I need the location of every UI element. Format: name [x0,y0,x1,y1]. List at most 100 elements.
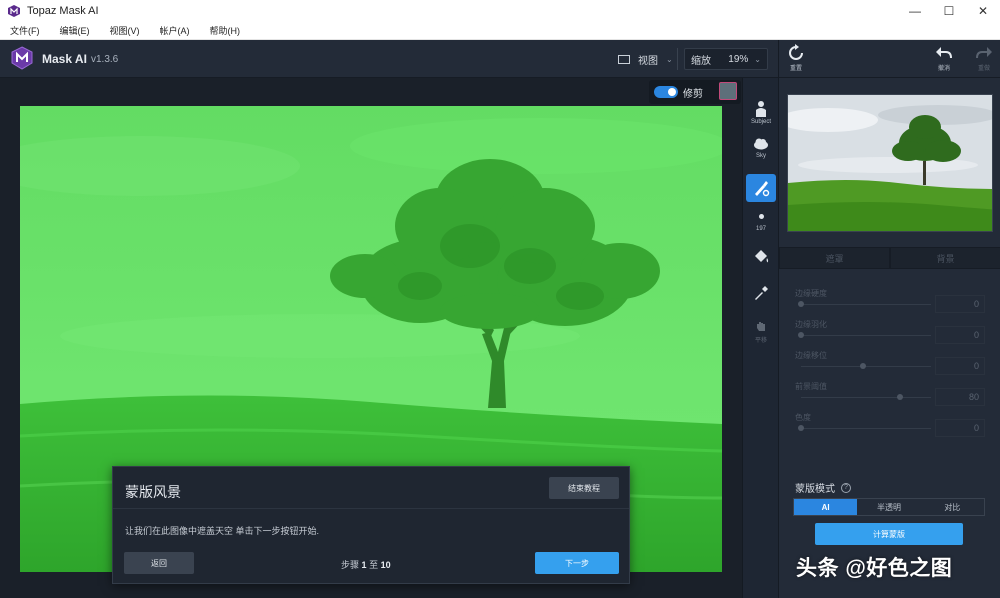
preview-image [788,95,992,231]
brush-tool[interactable] [746,174,776,202]
back-button[interactable]: 返回 [124,552,194,574]
mode-ai[interactable]: AI [794,499,858,515]
mode-translucent[interactable]: 半透明 [857,499,920,515]
view-dropdown[interactable]: 视图 ⌄ [610,48,678,70]
slider-knob[interactable] [860,363,866,369]
slider-track[interactable] [801,397,931,398]
slider-label: 边缘硬度 [795,289,827,298]
mask-mode-header: 蒙版模式 ? [795,480,851,495]
redo-icon [976,47,992,59]
tab-background[interactable]: 背景 [890,247,1000,269]
pan-label: 平移 [754,338,767,344]
help-icon[interactable]: ? [841,482,851,493]
slider-row: 色度 0 [795,411,987,439]
app-version: v1.3.6 [91,54,119,65]
subject-tool[interactable]: Subject [746,100,776,125]
slider-track[interactable] [801,335,931,336]
pan-tool[interactable]: 平移 [746,320,776,344]
window-titlebar: Topaz Mask AI — ☐ ✕ [0,0,1000,22]
watermark-text: 头条 @好色之图 [796,557,953,580]
zoom-dropdown[interactable]: 缩放 19% ⌄ [684,48,768,70]
reset-label: 重置 [789,66,802,72]
step-separator: 至 [369,560,379,570]
fill-tool[interactable] [746,248,776,266]
tutorial-dialog: 蒙版风景 结束教程 让我们在此图像中遮盖天空 单击下一步按钮开始. 返回 步骤 … [112,466,630,584]
view-label: 视图 [638,55,658,67]
menu-help[interactable]: 帮助(H) [210,24,241,37]
menu-file[interactable]: 文件(F) [10,24,40,37]
next-button[interactable]: 下一步 [535,552,619,574]
menubar: 文件(F) 编辑(E) 视图(V) 帐户(A) 帮助(H) [0,22,1000,40]
reset-icon [789,44,803,60]
slider-value-input[interactable]: 0 [935,295,985,313]
slider-track[interactable] [801,428,931,429]
slider-row: 前景阈值 80 [795,380,987,408]
topaz-app-icon [8,5,20,17]
zoom-value: 19% [728,53,749,65]
person-icon [756,101,766,117]
chevron-down-icon: ⌄ [666,54,673,64]
history-toolbar: 重置 撤消 重做 [779,40,1000,78]
menu-account[interactable]: 帐户(A) [160,24,190,37]
compute-mask-button[interactable]: 计算蒙版 [815,523,963,545]
panel-tabs: 遮罩 背景 [779,247,1000,269]
slider-track[interactable] [801,304,931,305]
undo-icon [936,47,952,59]
slider-value-input[interactable]: 0 [935,419,985,437]
brush-size-control[interactable]: 197 [746,210,776,232]
mode-contrast[interactable]: 对比 [921,499,984,515]
close-button[interactable]: ✕ [966,0,1000,22]
sky-tool[interactable]: Sky [746,136,776,159]
view-mode-icon [618,54,630,64]
right-panel: 重置 撤消 重做 遮罩 背景 边缘硬度 0 边缘羽化 0 边缘移位 0 前景阈值… [778,40,1000,598]
mask-ai-logo-icon [11,46,33,70]
step-counter: 步骤 1 至 10 [341,558,391,571]
menu-edit[interactable]: 编辑(E) [60,24,90,37]
slider-track[interactable] [801,366,931,367]
trim-toggle[interactable] [654,86,678,98]
slider-knob[interactable] [897,394,904,400]
slider-knob[interactable] [798,425,804,431]
menu-view[interactable]: 视图(V) [110,24,140,37]
tutorial-title: 蒙版风景 [125,484,181,500]
eyedropper-tool[interactable] [746,284,776,302]
undo-button[interactable]: 撤消 [929,44,959,72]
end-tutorial-button[interactable]: 结束教程 [549,477,619,499]
tool-rail: Subject Sky 197 平移 [742,78,778,598]
slider-knob[interactable] [798,301,804,307]
preview-thumbnail[interactable] [787,94,993,232]
maximize-button[interactable]: ☐ [932,0,966,22]
redo-label: 重做 [977,66,990,72]
undo-label: 撤消 [937,66,950,72]
overlay-color-swatch[interactable] [719,82,737,100]
redo-button[interactable]: 重做 [969,44,999,72]
eyedropper-icon [755,286,768,300]
step-total: 10 [380,560,391,570]
reset-button[interactable]: 重置 [781,44,811,72]
app-header: Mask AI v1.3.6 视图 ⌄ 缩放 19% ⌄ [0,40,778,78]
app-name: Mask AI [42,52,87,66]
cloud-icon [754,138,768,150]
brush-size-dot-icon [758,214,764,219]
tab-mask[interactable]: 遮罩 [779,247,890,269]
slider-row: 边缘移位 0 [795,349,987,377]
trim-label: 修剪 [683,88,703,100]
slider-knob[interactable] [798,332,804,338]
brush-size-value: 197 [755,226,766,232]
slider-label: 边缘羽化 [795,320,827,329]
slider-label: 前景阈值 [795,382,827,391]
zoom-label: 缩放 [691,55,711,67]
slider-value-input[interactable]: 0 [935,357,985,375]
sky-label: Sky [755,153,766,159]
brush-gear-icon [755,181,770,197]
paint-bucket-icon [755,250,769,263]
hand-icon [757,322,765,331]
slider-value-input[interactable]: 80 [935,388,985,406]
step-prefix: 步骤 [341,560,360,570]
mask-mode-label: 蒙版模式 [795,484,835,495]
mask-mode-selector: AI 半透明 对比 [793,498,985,516]
minimize-button[interactable]: — [898,0,932,22]
slider-label: 边缘移位 [795,351,827,360]
subject-label: Subject [750,119,771,125]
slider-value-input[interactable]: 0 [935,326,985,344]
